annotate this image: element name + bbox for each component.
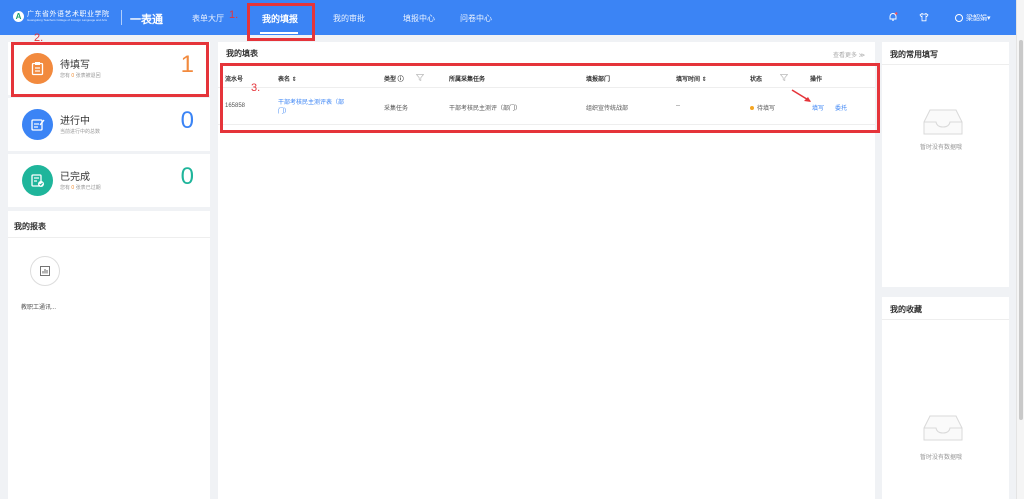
nav-survey-center[interactable]: 问卷中心: [460, 13, 492, 24]
empty-inbox-icon: [923, 415, 963, 441]
annotation-box-table: [220, 63, 880, 133]
nav-form-hall[interactable]: 表单大厅: [192, 13, 224, 24]
divider: [882, 64, 1009, 65]
stat-count: 0: [180, 163, 194, 190]
view-more-link[interactable]: 查看更多 ≫: [833, 50, 865, 59]
scrollbar-thumb[interactable]: [1019, 40, 1023, 420]
stat-card-completed[interactable]: 已完成 您有 0 张表已过期 0: [8, 154, 210, 207]
common-fill-panel: 我的常用填写 暂时没有数据哦: [882, 42, 1009, 287]
stat-title: 进行中: [60, 116, 90, 127]
annotation-number: 3.: [251, 82, 261, 94]
favorites-panel: 我的收藏 暂时没有数据哦: [882, 297, 1009, 499]
page-scrollbar[interactable]: [1016, 0, 1024, 499]
panel-title: 我的收藏: [890, 305, 922, 314]
stat-title: 已完成: [60, 172, 90, 183]
stat-subtitle: 您有 0 张表已过期: [60, 185, 101, 191]
divider: [882, 319, 1009, 320]
annotation-arrow-icon: [791, 89, 811, 102]
org-subtitle: Guangdong Teachers College of Foreign La…: [27, 18, 108, 22]
stat-subtitle: 当前进行中的总数: [60, 129, 101, 135]
checked-form-icon: [22, 165, 53, 196]
annotation-box-nav: [247, 3, 315, 41]
report-item-label[interactable]: 教职工通讯...: [21, 302, 56, 311]
divider: [8, 237, 210, 238]
annotation-number: 2.: [34, 32, 44, 44]
logo-icon: A: [13, 11, 24, 22]
panel-title: 我的报表: [14, 222, 46, 231]
my-reports-panel: 我的报表 教职工通讯...: [8, 211, 210, 499]
empty-inbox-icon: [923, 109, 963, 135]
report-chart-icon[interactable]: [30, 256, 60, 286]
stat-count: 0: [180, 107, 194, 134]
bell-icon[interactable]: [888, 12, 898, 22]
nav-my-approval[interactable]: 我的审批: [333, 13, 365, 24]
edit-form-icon: [22, 109, 53, 140]
shirt-icon[interactable]: [919, 12, 929, 22]
school-logo[interactable]: A 广东省外语艺术职业学院 Guangdong Teachers College…: [13, 11, 110, 22]
app-brand[interactable]: 一表通: [130, 11, 163, 27]
nav-fill-center[interactable]: 填报中心: [403, 13, 435, 24]
header-divider: [121, 10, 122, 25]
panel-title: 我的常用填写: [890, 50, 938, 59]
annotation-number: 1.: [229, 9, 239, 21]
panel-title: 我的填表: [226, 49, 258, 58]
org-name: 广东省外语艺术职业学院: [27, 11, 110, 18]
empty-message: 暂时没有数据哦: [920, 455, 963, 461]
user-menu[interactable]: 梁韶娟▾: [955, 13, 991, 23]
stat-card-in-progress[interactable]: 进行中 当前进行中的总数 0: [8, 98, 210, 151]
user-avatar-icon: [955, 14, 963, 22]
user-name: 梁韶娟▾: [966, 15, 991, 22]
annotation-box-pending: [11, 42, 209, 97]
top-nav-bar: A 广东省外语艺术职业学院 Guangdong Teachers College…: [0, 0, 1016, 35]
empty-message: 暂时没有数据哦: [920, 145, 963, 151]
